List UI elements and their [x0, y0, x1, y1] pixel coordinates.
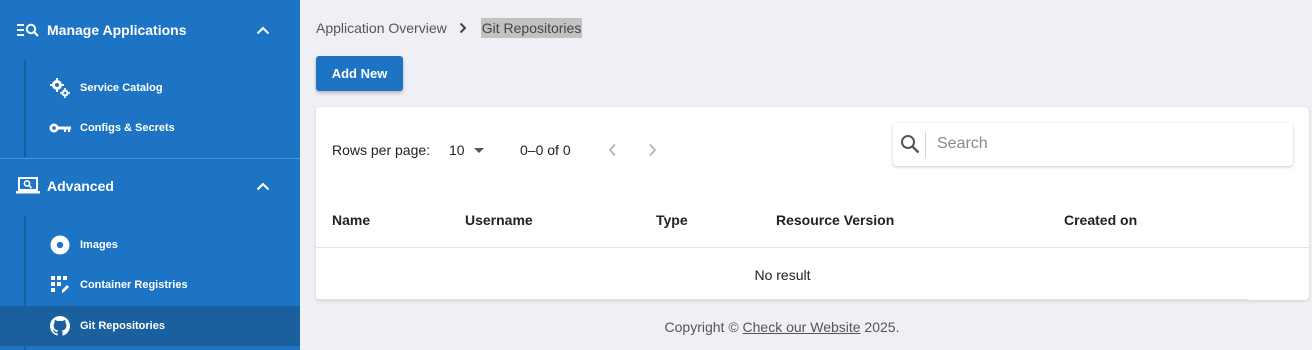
rows-per-page-value: 10	[449, 142, 465, 158]
column-header-type[interactable]: Type	[656, 212, 688, 228]
manage-search-icon	[16, 18, 40, 42]
sidebar-item-label: Service Catalog	[80, 82, 163, 94]
chevron-right-icon	[459, 22, 467, 34]
website-link[interactable]: Check our Website	[743, 319, 861, 335]
sidebar-item-git-repositories[interactable]: Git Repositories	[0, 306, 300, 346]
search-input[interactable]	[937, 131, 1277, 157]
add-new-button[interactable]: Add New	[316, 56, 403, 91]
rows-per-page-select[interactable]: 10	[449, 140, 487, 160]
table-bottom-divider	[316, 299, 1249, 300]
section-advanced[interactable]: Advanced	[0, 166, 300, 206]
column-header-created-on[interactable]: Created on	[1064, 212, 1137, 228]
footer: Copyright © Check our Website 2025.	[316, 319, 1248, 335]
chevron-right-icon	[648, 143, 656, 157]
registry-grid-icon	[49, 274, 71, 296]
empty-state-text: No result	[754, 267, 811, 283]
gears-icon	[49, 77, 71, 99]
disc-icon	[49, 234, 71, 256]
search-icon	[899, 133, 921, 155]
search-box	[893, 123, 1293, 166]
sidebar-item-configs-secrets[interactable]: Configs & Secrets	[0, 108, 300, 148]
footer-prefix: Copyright ©	[664, 319, 743, 335]
previous-page-button[interactable]	[600, 138, 624, 162]
sidebar-item-images[interactable]: Images	[0, 225, 300, 265]
sidebar-item-service-catalog[interactable]: Service Catalog	[0, 68, 300, 108]
github-icon	[49, 315, 71, 337]
footer-suffix: 2025.	[860, 319, 900, 335]
column-header-username[interactable]: Username	[465, 212, 533, 228]
chevron-up-icon[interactable]	[254, 177, 272, 195]
sidebar-divider	[0, 158, 300, 159]
sidebar-item-container-registries[interactable]: Container Registries	[0, 265, 300, 305]
section-label: Advanced	[47, 178, 114, 194]
table-header-divider	[316, 247, 1309, 248]
section-manage-applications[interactable]: Manage Applications	[0, 10, 300, 50]
git-repositories-table-card: Rows per page: 10 0–0 of 0 Name Username…	[316, 107, 1309, 300]
pagination-range: 0–0 of 0	[520, 142, 571, 158]
column-header-name[interactable]: Name	[332, 212, 370, 228]
sidebar-item-label: Container Registries	[80, 279, 188, 291]
chevron-up-icon[interactable]	[254, 21, 272, 39]
breadcrumb-link-application-overview[interactable]: Application Overview	[316, 20, 447, 36]
section-label: Manage Applications	[47, 22, 187, 38]
sidebar-item-label: Images	[80, 239, 118, 251]
sidebar-item-label: Git Repositories	[80, 320, 165, 332]
chevron-left-icon	[608, 143, 616, 157]
breadcrumb: Application Overview Git Repositories	[316, 17, 583, 39]
search-divider	[925, 131, 926, 158]
rows-per-page-label: Rows per page:	[332, 142, 431, 158]
key-icon	[49, 117, 71, 139]
sidebar: Manage Applications Service Catalog Conf…	[0, 0, 300, 350]
next-page-button[interactable]	[640, 138, 664, 162]
laptop-search-icon	[16, 174, 40, 198]
sidebar-item-label: Configs & Secrets	[80, 122, 175, 134]
column-header-resource-version[interactable]: Resource Version	[776, 212, 894, 228]
breadcrumb-current: Git Repositories	[480, 18, 583, 38]
caret-down-icon	[473, 147, 484, 153]
